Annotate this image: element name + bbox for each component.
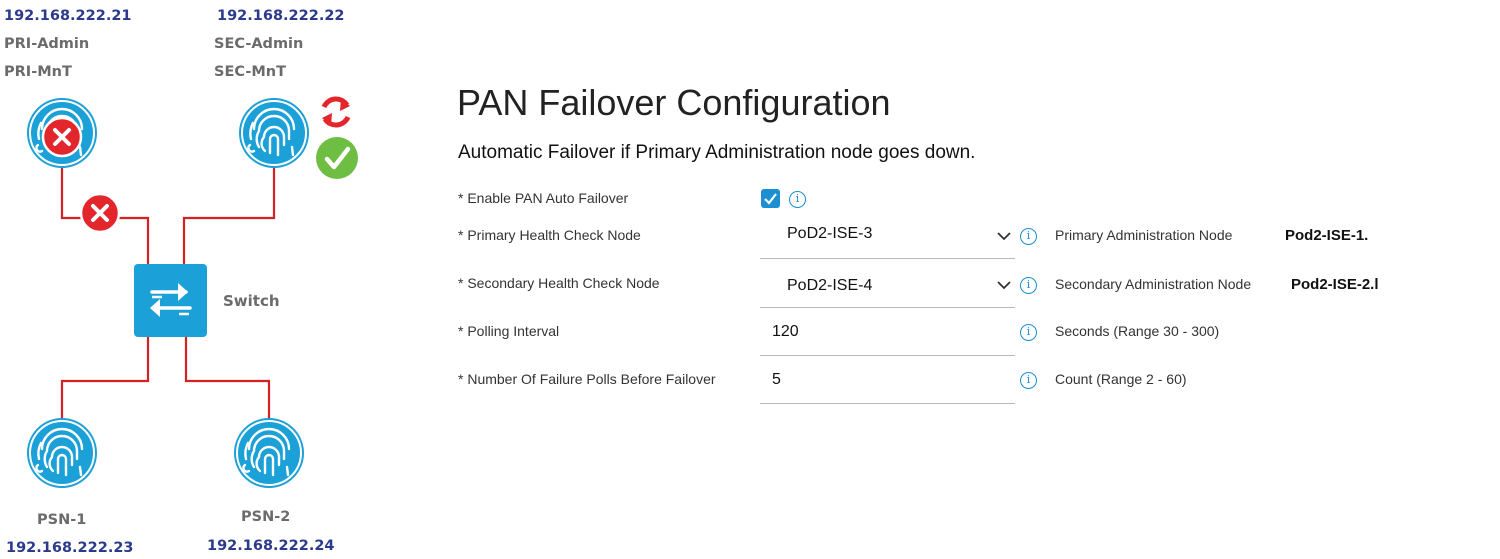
checkmark-icon — [764, 193, 777, 205]
chevron-down-icon[interactable] — [996, 277, 1012, 293]
psn2-name: PSN-2 — [241, 509, 291, 525]
check-circle-icon — [316, 137, 358, 179]
failure-polls-label: * Number Of Failure Polls Before Failove… — [458, 371, 716, 387]
primary-health-check-select[interactable]: PoD2-ISE-3 — [787, 225, 872, 243]
polling-interval-hint: Seconds (Range 30 - 300) — [1055, 323, 1220, 339]
primary-admin-node-label: Primary Administration Node — [1055, 227, 1233, 243]
pri-role-admin: PRI-Admin — [4, 36, 90, 52]
failure-polls-underline — [760, 403, 1015, 404]
info-icon[interactable]: i — [1020, 277, 1037, 294]
info-icon[interactable]: i — [1020, 228, 1037, 245]
switch-label: Switch — [223, 292, 280, 310]
link-sec-switch — [182, 168, 276, 265]
secondary-admin-node-label: Secondary Administration Node — [1055, 276, 1252, 292]
page-subtitle: Automatic Failover if Primary Administra… — [458, 142, 976, 163]
sec-ip-label: 192.168.222.22 — [217, 8, 345, 24]
primary-admin-node-value: Pod2-ISE-1. — [1285, 227, 1369, 244]
info-icon[interactable]: i — [1020, 372, 1037, 389]
enable-failover-label: * Enable PAN Auto Failover — [458, 190, 629, 206]
info-icon[interactable]: i — [789, 191, 806, 208]
sec-node-fingerprint-icon — [237, 96, 311, 170]
link-switch-psn2 — [184, 335, 271, 418]
link-fail-x-icon — [79, 192, 121, 234]
page-title: PAN Failover Configuration — [457, 82, 891, 123]
pri-fail-x-icon — [41, 116, 83, 158]
sec-role-admin: SEC-Admin — [214, 36, 304, 52]
polling-interval-label: * Polling Interval — [458, 323, 560, 339]
secondary-admin-node-value: Pod2-ISE-2.l — [1291, 276, 1379, 293]
sync-arrows-icon — [321, 96, 351, 128]
topology-diagram — [25, 96, 358, 490]
sec-role-mnt: SEC-MnT — [214, 64, 286, 80]
primary-select-underline — [760, 258, 1015, 259]
polling-input-underline — [760, 355, 1015, 356]
secondary-health-check-label: * Secondary Health Check Node — [458, 275, 660, 291]
psn1-node-fingerprint-icon — [25, 416, 99, 490]
info-icon[interactable]: i — [1020, 324, 1037, 341]
psn1-ip-label: 192.168.222.23 — [6, 540, 134, 556]
polling-interval-input[interactable]: 120 — [772, 323, 799, 341]
chevron-down-icon[interactable] — [996, 228, 1012, 244]
primary-health-check-label: * Primary Health Check Node — [458, 227, 641, 243]
pri-ip-label: 192.168.222.21 — [4, 8, 132, 24]
secondary-health-check-select[interactable]: PoD2-ISE-4 — [787, 277, 872, 295]
psn2-node-fingerprint-icon — [232, 416, 306, 490]
failure-polls-input[interactable]: 5 — [772, 371, 781, 389]
psn2-ip-label: 192.168.222.24 — [207, 538, 335, 554]
switch-icon — [134, 264, 207, 337]
secondary-select-underline — [760, 307, 1015, 308]
pri-role-mnt: PRI-MnT — [4, 64, 72, 80]
psn1-name: PSN-1 — [37, 512, 87, 528]
enable-failover-checkbox[interactable] — [761, 189, 780, 208]
failure-polls-hint: Count (Range 2 - 60) — [1055, 371, 1187, 387]
link-switch-psn1 — [60, 335, 150, 418]
